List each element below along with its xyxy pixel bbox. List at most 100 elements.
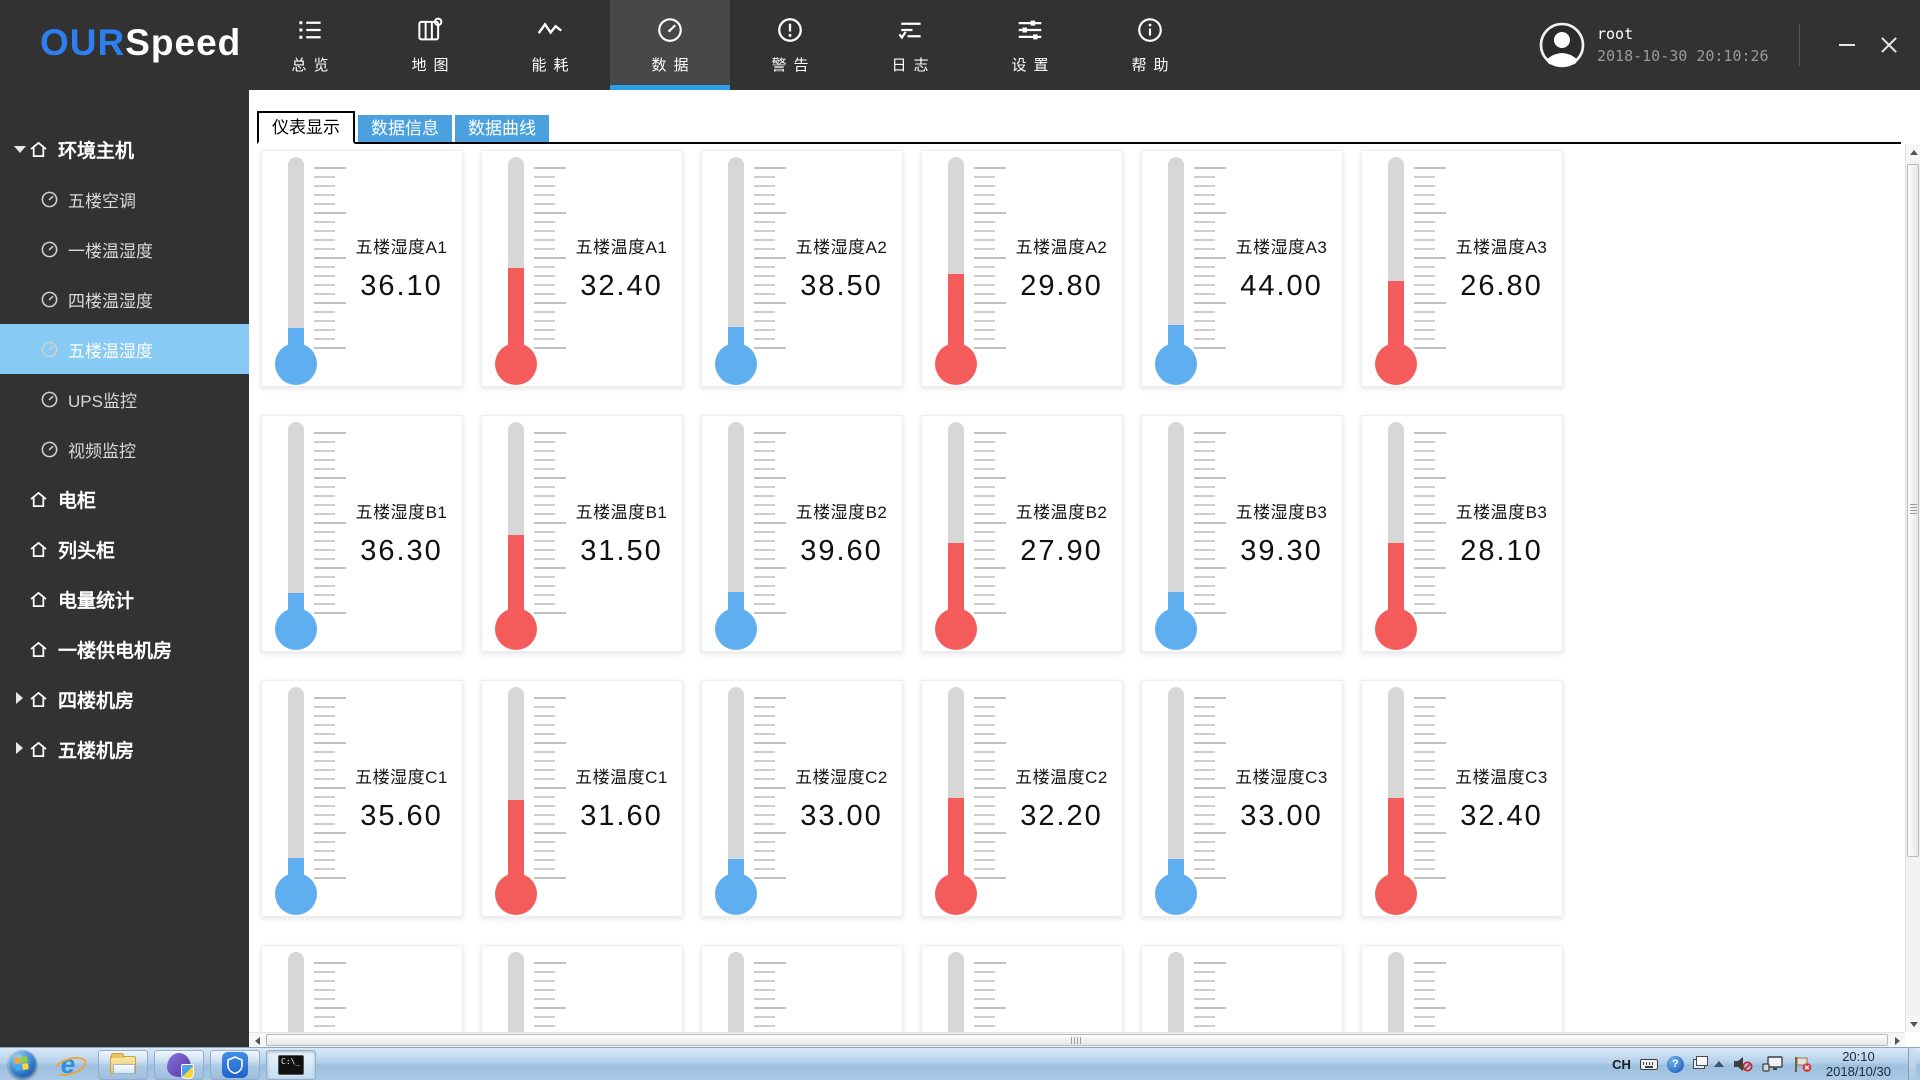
show-hidden-icons[interactable] [1713,1061,1724,1067]
scroll-left-button[interactable] [249,1033,265,1048]
nav-item-alert[interactable]: 警告 [730,0,850,90]
gauge-card: 五楼湿度A1 36.10 [261,150,463,387]
scroll-right-button[interactable] [1889,1033,1905,1048]
sidebar-item-env-host[interactable]: 环境主机 [0,124,249,174]
thermometer-icon [1368,685,1448,915]
scroll-up-button[interactable] [1906,144,1920,160]
sidebar-item-label: 环境主机 [58,140,135,162]
nav-item-overview[interactable]: 总览 [250,0,370,90]
nav-item-settings[interactable]: 设置 [970,0,1090,90]
vertical-scrollbar[interactable] [1905,144,1920,1032]
internet-explorer-icon[interactable]: e [51,1049,85,1079]
thermometer-scale [1194,432,1226,614]
sensor-value: 44.00 [1240,270,1323,302]
thermometer-bulb [1155,608,1197,650]
tab-data-curve[interactable]: 数据曲线 [455,115,549,142]
speaker-muted-icon[interactable] [1733,1056,1753,1072]
tab-data-info[interactable]: 数据信息 [358,115,452,142]
gauge-card: 五楼温度D1 [481,945,683,1032]
nav-item-label: 日志 [891,57,936,74]
sidebar-item-floor4-room[interactable]: 四楼机房 [0,674,249,724]
nav-item-map[interactable]: 地图 [370,0,490,90]
language-indicator[interactable]: CH [1612,1057,1631,1072]
sensor-value: 39.60 [800,535,883,567]
gauge-card: 五楼湿度C1 35.60 [261,680,463,917]
sensor-value: 38.50 [800,270,883,302]
nav-item-data[interactable]: 数据 [610,0,730,90]
network-icon[interactable] [1762,1056,1784,1072]
thermometer-icon [488,950,568,1032]
nav-menu: 总览 地图 能耗 数据 警告 日志 设置 帮助 [250,0,1210,90]
log-icon [895,15,925,45]
sidebar-item-video-monitor[interactable]: 视频监控 [0,424,249,474]
home-icon [28,589,49,610]
sidebar-item-power-cabinet[interactable]: 电柜 [0,474,249,524]
sidebar-item-floor4-th[interactable]: 四楼温湿度 [0,274,249,324]
taskbar-button-visual-studio[interactable] [154,1049,204,1080]
help-tray-icon[interactable]: ? [1666,1055,1684,1073]
sidebar-menu: 环境主机五楼空调 一楼温湿度 四楼温湿度 五楼温湿度 UPS监控视频监控 电柜列头柜电量统… [0,90,249,1047]
gauge-icon [40,190,59,209]
sidebar-item-label: UPS监控 [68,391,137,411]
taskbar-button-command-prompt[interactable]: C:\_ [266,1049,316,1080]
sensor-value: 36.30 [360,535,443,567]
show-desktop-button[interactable] [1908,1047,1916,1080]
gauge-card: 五楼温度C3 32.40 [1361,680,1563,917]
thermometer-scale [754,697,786,879]
gauge-icon [655,15,685,45]
thermometer-icon [928,420,1008,650]
sensor-label: 五楼温度C3 [1455,768,1548,787]
taskbar-button-monitoring[interactable] [210,1049,260,1080]
thermometer-bulb [715,873,757,915]
thermometer-icon [268,155,348,385]
nav-item-log[interactable]: 日志 [850,0,970,90]
thermometer-bulb [275,343,317,385]
sensor-label: 五楼温度A3 [1455,238,1548,257]
sidebar-item-power-stats[interactable]: 电量统计 [0,574,249,624]
taskbar-clock[interactable]: 20:10 2018/10/30 [1822,1049,1899,1079]
sidebar-item-ups-monitor[interactable]: UPS监控 [0,374,249,424]
sidebar-item-floor5-room[interactable]: 五楼机房 [0,724,249,774]
thermometer-scale [974,167,1006,349]
thermometer-icon [268,950,348,1032]
start-button[interactable] [8,1049,37,1079]
thermometer-icon [708,420,788,650]
sidebar-item-floor1-th[interactable]: 一楼温湿度 [0,224,249,274]
tab-gauge-display[interactable]: 仪表显示 [257,111,355,144]
thermometer-scale [974,962,1006,1032]
top-navbar: OURSpeed 总览 地图 能耗 数据 警告 日志 设置 帮助 root 2018-10-3… [0,0,1920,90]
window-restore-icon[interactable] [1692,1056,1708,1069]
minimize-button[interactable] [1830,28,1864,62]
sidebar-item-floor5-ac[interactable]: 五楼空调 [0,174,249,224]
sidebar-item-row-cabinet[interactable]: 列头柜 [0,524,249,574]
horizontal-scrollbar[interactable] [249,1032,1905,1048]
sidebar-item-label: 电量统计 [58,590,135,612]
thermometer-bulb [1375,608,1417,650]
home-icon [28,539,49,560]
thermometer-scale [1194,962,1226,1032]
taskbar-button-explorer[interactable] [98,1049,148,1080]
thermometer-scale [754,962,786,1032]
active-tab-underline [610,85,730,90]
scroll-down-button[interactable] [1906,1016,1920,1032]
gauge-card: 五楼湿度C3 33.00 [1141,680,1343,917]
help-icon [1135,15,1165,45]
action-center-flag-icon[interactable] [1793,1056,1813,1073]
folder-icon [110,1052,136,1074]
thermometer-icon [1368,950,1448,1032]
nav-item-energy[interactable]: 能耗 [490,0,610,90]
sidebar-item-label: 列头柜 [58,540,116,562]
sidebar-item-floor1-supply[interactable]: 一楼供电机房 [0,624,249,674]
nav-item-label: 能耗 [531,57,576,74]
close-button[interactable] [1872,28,1906,62]
nav-item-help[interactable]: 帮助 [1090,0,1210,90]
keyboard-icon[interactable] [1639,1058,1658,1070]
user-avatar-icon[interactable] [1539,22,1585,68]
sidebar-item-floor5-th[interactable]: 五楼温湿度 [0,324,249,374]
nav-item-label: 帮助 [1131,57,1176,74]
gauge-card: 五楼温度A3 26.80 [1361,150,1563,387]
vertical-scroll-thumb[interactable] [1907,164,1919,857]
horizontal-scroll-thumb[interactable] [266,1034,1888,1046]
alert-icon [775,15,805,45]
sensor-label: 五楼湿度B3 [1235,503,1328,522]
